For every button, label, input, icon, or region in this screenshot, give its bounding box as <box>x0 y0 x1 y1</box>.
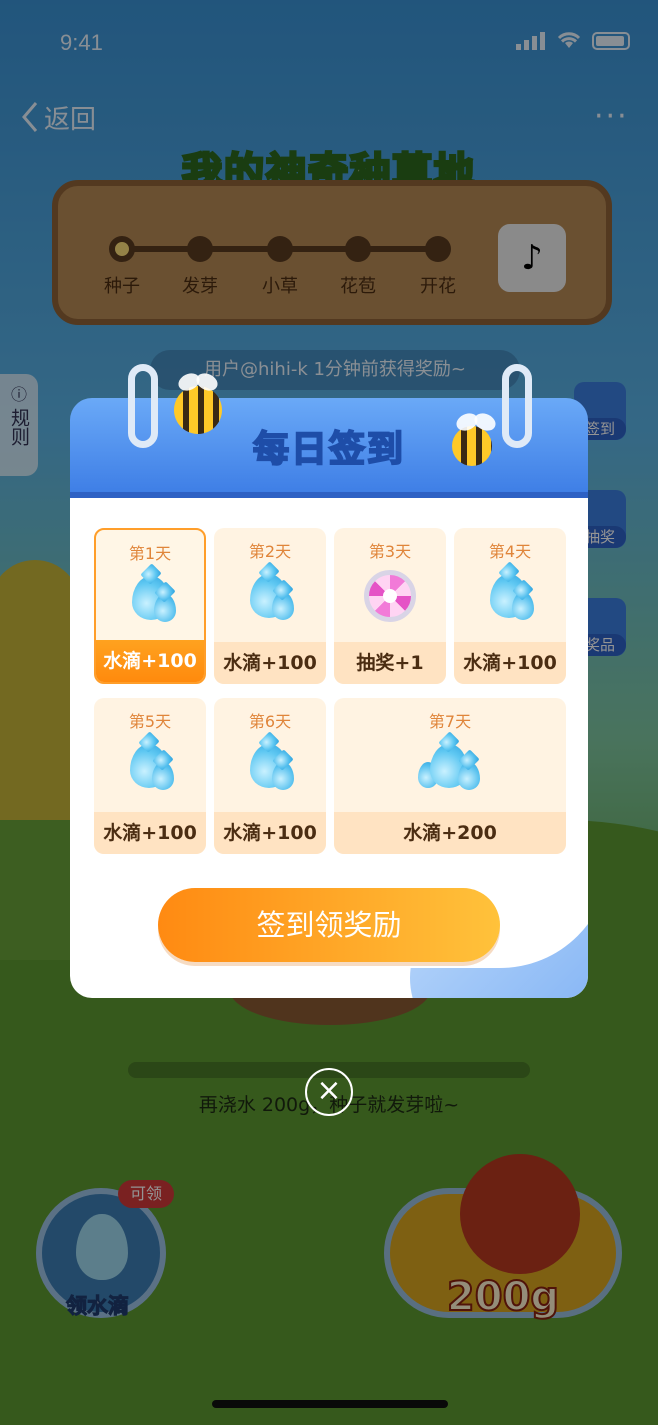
water-drop-icon <box>130 576 176 624</box>
bee-icon <box>452 426 492 466</box>
checkin-day-3[interactable]: 第3天 抽奖+1 <box>334 528 446 684</box>
reward-label: 抽奖+1 <box>334 642 446 684</box>
day-label: 第2天 <box>248 542 292 561</box>
modal-body: 第1天 水滴+100 第2天 水滴+100 第3天 抽奖+1 第4天 水滴+10… <box>70 498 588 998</box>
binder-ring <box>502 364 532 448</box>
day-label: 第3天 <box>368 542 412 561</box>
reward-label: 水滴+100 <box>214 642 326 684</box>
water-drop-icon <box>248 574 294 622</box>
day-label: 第4天 <box>488 542 532 561</box>
checkin-day-1[interactable]: 第1天 水滴+100 <box>94 528 206 684</box>
water-drop-icon <box>128 744 174 792</box>
reward-label: 水滴+100 <box>214 812 326 854</box>
day-label: 第1天 <box>128 544 172 563</box>
bee-icon <box>174 386 222 434</box>
water-drop-icon <box>488 574 534 622</box>
checkin-day-6[interactable]: 第6天 水滴+100 <box>214 698 326 854</box>
close-icon[interactable]: × <box>305 1068 353 1116</box>
checkin-day-4[interactable]: 第4天 水滴+100 <box>454 528 566 684</box>
checkin-day-2[interactable]: 第2天 水滴+100 <box>214 528 326 684</box>
lottery-wheel-icon <box>364 570 416 622</box>
binder-ring <box>128 364 158 448</box>
reward-label: 水滴+100 <box>454 642 566 684</box>
claim-reward-button[interactable]: 签到领奖励 <box>158 888 500 962</box>
checkin-modal: 每日签到 第1天 水滴+100 第2天 水滴+100 第3天 抽奖+1 第4天 … <box>70 364 588 998</box>
day-label: 第7天 <box>428 712 472 731</box>
reward-label: 水滴+100 <box>94 812 206 854</box>
day-label: 第6天 <box>248 712 292 731</box>
water-drop-icon <box>248 744 294 792</box>
day-label: 第5天 <box>128 712 172 731</box>
checkin-day-7[interactable]: 第7天 水滴+200 <box>334 698 566 854</box>
reward-label: 水滴+100 <box>96 640 204 682</box>
checkin-grid: 第1天 水滴+100 第2天 水滴+100 第3天 抽奖+1 第4天 水滴+10… <box>94 528 566 854</box>
water-drops-icon <box>418 744 484 792</box>
reward-label: 水滴+200 <box>334 812 566 854</box>
checkin-day-5[interactable]: 第5天 水滴+100 <box>94 698 206 854</box>
